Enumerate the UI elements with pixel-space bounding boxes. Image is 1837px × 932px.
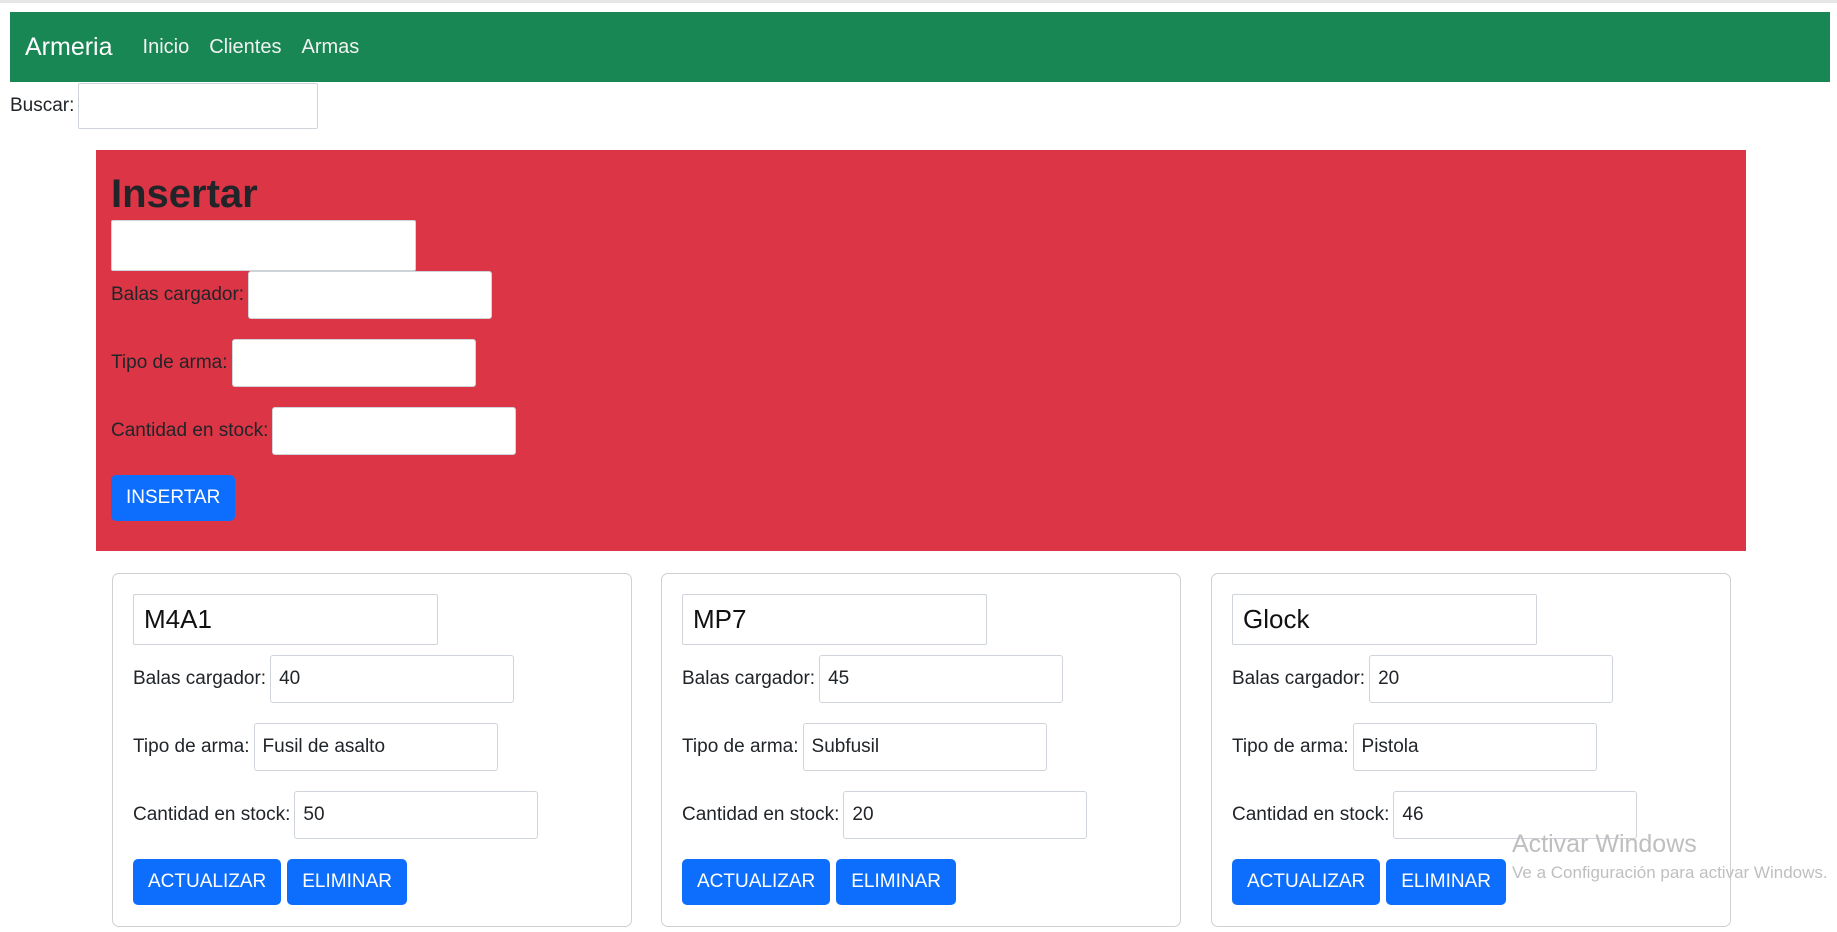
weapon-balas-input[interactable] — [270, 655, 515, 703]
weapon-tipo-label: Tipo de arma: — [682, 736, 799, 757]
weapon-stock-label: Cantidad en stock: — [682, 804, 840, 825]
insert-balas-input[interactable] — [248, 271, 493, 319]
nav-link-inicio[interactable]: Inicio — [143, 36, 190, 59]
top-rule — [0, 0, 1837, 3]
weapon-name-input[interactable] — [1232, 594, 1537, 645]
weapon-balas-label: Balas cargador: — [682, 668, 816, 689]
navbar-brand[interactable]: Armeria — [25, 33, 113, 62]
watermark-subtitle: Ve a Configuración para activar Windows. — [1512, 863, 1828, 882]
weapon-tipo-row: Tipo de arma: — [682, 723, 1160, 771]
watermark-title: Activar Windows — [1512, 830, 1697, 858]
eliminar-button[interactable]: ELIMINAR — [287, 859, 407, 905]
insert-panel: Insertar Balas cargador: Tipo de arma: C… — [96, 150, 1746, 551]
eliminar-button[interactable]: ELIMINAR — [1386, 859, 1506, 905]
eliminar-button[interactable]: ELIMINAR — [836, 859, 956, 905]
insertar-button[interactable]: INSERTAR — [111, 475, 236, 521]
weapon-actions: ACTUALIZAR ELIMINAR — [682, 859, 1160, 905]
actualizar-button[interactable]: ACTUALIZAR — [682, 859, 831, 905]
insert-name-input[interactable] — [111, 220, 416, 271]
navbar: Armeria Inicio Clientes Armas — [10, 12, 1830, 82]
weapon-tipo-label: Tipo de arma: — [133, 736, 250, 757]
weapon-stock-input[interactable] — [294, 791, 539, 839]
weapon-balas-row: Balas cargador: — [682, 655, 1160, 703]
weapon-tipo-input[interactable] — [253, 723, 498, 771]
insert-balas-label: Balas cargador: — [111, 284, 245, 305]
weapon-name-input[interactable] — [682, 594, 987, 645]
nav-link-armas[interactable]: Armas — [301, 36, 359, 59]
nav-link-clientes[interactable]: Clientes — [209, 36, 281, 59]
weapon-stock-input[interactable] — [843, 791, 1088, 839]
insert-balas-row: Balas cargador: — [111, 271, 1731, 319]
weapon-balas-input[interactable] — [819, 655, 1064, 703]
weapon-stock-label: Cantidad en stock: — [1232, 804, 1390, 825]
insert-stock-input[interactable] — [272, 407, 517, 455]
weapon-card: Balas cargador: Tipo de arma: Cantidad e… — [112, 573, 632, 927]
weapon-balas-input[interactable] — [1369, 655, 1614, 703]
weapon-tipo-row: Tipo de arma: — [1232, 723, 1710, 771]
actualizar-button[interactable]: ACTUALIZAR — [1232, 859, 1381, 905]
weapon-balas-label: Balas cargador: — [133, 668, 267, 689]
weapon-tipo-input[interactable] — [1352, 723, 1597, 771]
weapon-tipo-input[interactable] — [802, 723, 1047, 771]
insert-tipo-label: Tipo de arma: — [111, 352, 228, 373]
weapon-actions: ACTUALIZAR ELIMINAR — [133, 859, 611, 905]
weapon-balas-label: Balas cargador: — [1232, 668, 1366, 689]
search-row: Buscar: — [10, 82, 319, 130]
actualizar-button[interactable]: ACTUALIZAR — [133, 859, 282, 905]
insert-title: Insertar — [111, 172, 258, 216]
weapon-card: Balas cargador: Tipo de arma: Cantidad e… — [661, 573, 1181, 927]
insert-stock-row: Cantidad en stock: — [111, 407, 1731, 455]
insert-tipo-input[interactable] — [231, 339, 476, 387]
weapon-tipo-label: Tipo de arma: — [1232, 736, 1349, 757]
weapon-stock-label: Cantidad en stock: — [133, 804, 291, 825]
insert-tipo-row: Tipo de arma: — [111, 339, 1731, 387]
weapon-stock-row: Cantidad en stock: — [682, 791, 1160, 839]
weapon-balas-row: Balas cargador: — [133, 655, 611, 703]
windows-activation-watermark: Activar Windows Ve a Configuración para … — [1512, 830, 1828, 883]
search-input[interactable] — [78, 83, 319, 129]
insert-stock-label: Cantidad en stock: — [111, 420, 269, 441]
search-label: Buscar: — [10, 95, 75, 116]
weapon-name-input[interactable] — [133, 594, 438, 645]
weapon-tipo-row: Tipo de arma: — [133, 723, 611, 771]
weapon-balas-row: Balas cargador: — [1232, 655, 1710, 703]
weapon-stock-row: Cantidad en stock: — [133, 791, 611, 839]
